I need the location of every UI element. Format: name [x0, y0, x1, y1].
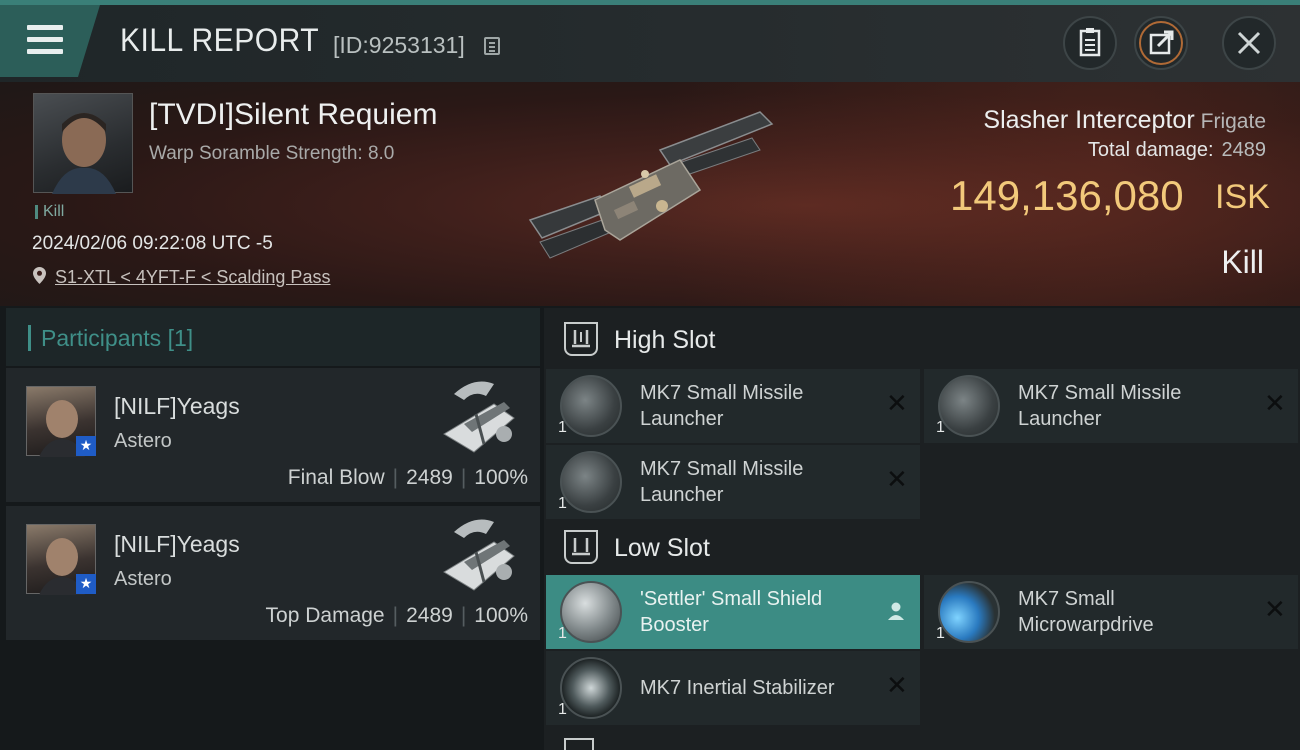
destroyed-icon: ✕	[886, 465, 908, 495]
dropped-person-icon	[888, 602, 904, 620]
close-icon	[1237, 31, 1261, 55]
participant-stats: Final Blow | 2489 | 100%	[288, 466, 528, 490]
copy-icon[interactable]	[484, 37, 500, 55]
shield-booster-icon	[560, 581, 622, 643]
module-name: MK7 Small Missile Launcher	[640, 458, 804, 506]
share-button[interactable]	[1134, 16, 1188, 70]
mid-slot-icon	[564, 738, 594, 750]
total-damage: Total damage: 2489	[1088, 139, 1266, 162]
victim-ship-name[interactable]: Slasher Interceptor Frigate	[983, 106, 1266, 135]
missile-launcher-icon	[560, 451, 622, 513]
module-qty: 1	[558, 701, 567, 718]
module-name: MK7 Small Microwarpdrive	[1018, 588, 1154, 636]
participant-label: Top Damage	[265, 604, 385, 627]
isk-unit: ISK	[1215, 178, 1270, 216]
module-name: MK7 Small Missile Launcher	[640, 382, 804, 430]
star-badge-icon: ★	[76, 574, 96, 594]
module-item[interactable]: 1 MK7 Inertial Stabilizer ✕	[546, 651, 920, 725]
module-qty: 1	[936, 419, 945, 436]
star-badge-icon: ★	[76, 436, 96, 456]
page-title: KILL REPORT	[120, 22, 320, 58]
module-item[interactable]: 1 MK7 Small Missile Launcher ✕	[546, 445, 920, 519]
warp-scramble-strength: Warp Soramble Strength: 8.0	[149, 143, 395, 164]
separator: |	[460, 604, 467, 627]
share-icon	[1139, 21, 1183, 65]
participant-card[interactable]: ★ [NILF]Yeags Astero Top Damage | 2489 | 100…	[6, 506, 540, 640]
module-item[interactable]: 1 MK7 Small Missile Launcher ✕	[924, 369, 1298, 443]
victim-name[interactable]: [TVDI]Silent Requiem	[149, 98, 437, 132]
victim-avatar[interactable]	[33, 93, 133, 194]
total-damage-value: 2489	[1221, 139, 1267, 161]
high-slot-icon	[564, 322, 598, 356]
module-name: MK7 Inertial Stabilizer	[640, 677, 835, 699]
destroyed-icon: ✕	[886, 671, 908, 701]
separator: |	[460, 466, 467, 489]
low-slot-header: Low Slot	[546, 518, 1300, 578]
menu-icon-bar	[27, 37, 63, 42]
location-link[interactable]: S1-XTL < 4YFT-F < Scalding Pass	[55, 267, 330, 288]
participants-title-text: Participants	[41, 325, 162, 351]
low-slot-title: Low Slot	[614, 534, 710, 562]
destroyed-icon: ✕	[1264, 595, 1286, 625]
clipboard-button[interactable]	[1063, 16, 1117, 70]
module-name: 'Settler' Small Shield Booster	[640, 588, 823, 636]
participant-damage: 2489	[406, 466, 453, 489]
clipboard-icon	[1079, 28, 1101, 57]
destroyed-icon: ✕	[886, 389, 908, 419]
participant-stats: Top Damage | 2489 | 100%	[266, 604, 528, 628]
participant-percent: 100%	[474, 466, 528, 489]
high-slot-header: High Slot	[546, 310, 1300, 370]
menu-icon-bar	[27, 49, 63, 54]
separator: |	[392, 604, 399, 627]
menu-icon	[27, 25, 63, 30]
ship-name-text: Slasher Interceptor	[983, 106, 1195, 134]
module-qty: 1	[558, 419, 567, 436]
module-qty: 1	[558, 625, 567, 642]
low-slot-icon	[564, 530, 598, 564]
location-pin-icon	[33, 267, 46, 284]
pilot-portrait-icon	[52, 113, 116, 194]
high-slot-title: High Slot	[614, 326, 716, 354]
kill-datetime: 2024/02/06 09:22:08 UTC -5	[32, 233, 273, 254]
participant-card[interactable]: ★ [NILF]Yeags Astero Final Blow | 2489 | 100…	[6, 368, 540, 502]
astero-ship-icon	[443, 519, 515, 591]
isk-value: 149,136,080	[950, 172, 1184, 219]
module-qty: 1	[936, 625, 945, 642]
victim-ship-image	[528, 111, 774, 259]
inertial-stabilizer-icon	[560, 657, 622, 719]
participant-ship: Astero	[114, 568, 172, 590]
module-name: MK7 Small Missile Launcher	[1018, 382, 1182, 430]
astero-ship-icon	[443, 381, 515, 453]
participants-title: Participants [1]	[28, 325, 193, 351]
kill-tag: Kill	[35, 204, 64, 220]
close-button[interactable]	[1222, 16, 1276, 70]
report-id: [ID:9253131]	[333, 32, 465, 58]
participant-label: Final Blow	[287, 466, 385, 489]
participant-name[interactable]: [NILF]Yeags	[114, 393, 240, 420]
module-item[interactable]: 1 'Settler' Small Shield Booster	[546, 575, 920, 649]
participant-percent: 100%	[474, 604, 528, 627]
destroyed-icon: ✕	[1264, 389, 1286, 419]
participant-name[interactable]: [NILF]Yeags	[114, 531, 240, 558]
microwarpdrive-icon	[938, 581, 1000, 643]
module-item[interactable]: 1 MK7 Small Microwarpdrive ✕	[924, 575, 1298, 649]
ship-class: Frigate	[1200, 110, 1266, 133]
total-damage-label: Total damage:	[1087, 139, 1214, 161]
participants-count: [1]	[167, 325, 194, 351]
participant-ship: Astero	[114, 430, 172, 452]
missile-launcher-icon	[938, 375, 1000, 437]
module-qty: 1	[558, 495, 567, 512]
separator: |	[392, 466, 399, 489]
result-label: Kill	[1221, 244, 1264, 280]
module-item[interactable]: 1 MK7 Small Missile Launcher ✕	[546, 369, 920, 443]
missile-launcher-icon	[560, 375, 622, 437]
participant-damage: 2489	[406, 604, 453, 627]
